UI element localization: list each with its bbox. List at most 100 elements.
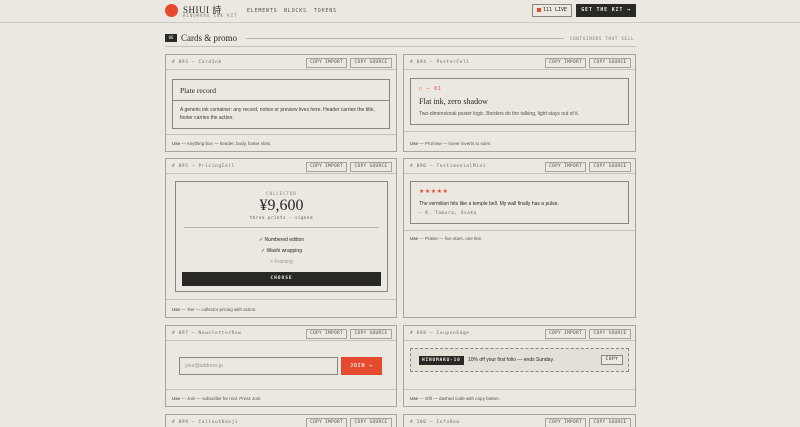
card-use-note: Use — Promise — hover inverts to sumi. — [410, 141, 491, 146]
use-text: — Gift — dashed code with copy button. — [419, 396, 500, 401]
card-pricing: # 095 — PricingCell COPY IMPORT COPY SOU… — [165, 158, 397, 318]
plate-body: A generic ink container: any record, not… — [180, 107, 375, 121]
tier-feature: ✓ Numbered edition — [258, 237, 305, 243]
card-newsletter: # 097 — NewsletterRow COPY IMPORT COPY S… — [165, 325, 397, 407]
card-testimonial: # 096 — TestimonialMini COPY IMPORT COPY… — [403, 158, 636, 318]
use-label: Use — [172, 307, 181, 312]
copy-import-button[interactable]: COPY IMPORT — [545, 58, 586, 68]
plate-record: Plate record A generic ink container: an… — [172, 79, 390, 129]
card-id: # 096 — TestimonialMini — [410, 164, 487, 169]
copy-import-button[interactable]: COPY IMPORT — [306, 58, 347, 68]
section-rule — [246, 38, 564, 39]
copy-source-button[interactable]: COPY SOURCE — [350, 418, 392, 427]
card-header: # 098 — CouponEdge COPY IMPORT COPY SOUR… — [404, 326, 635, 341]
copy-import-button[interactable]: COPY IMPORT — [545, 418, 586, 427]
section-divider — [165, 46, 636, 47]
card-id: # 097 — NewsletterRow — [172, 331, 242, 336]
email-input[interactable]: your@address.jp — [179, 357, 338, 375]
card-ink: # 093 — CardInk COPY IMPORT COPY SOURCE … — [165, 54, 397, 152]
card-header: # 099 — CalloutKanji COPY IMPORT COPY SO… — [166, 415, 396, 427]
use-text: — Join — subscribe for real. Press Join. — [181, 396, 262, 401]
card-id: # 098 — CouponEdge — [410, 331, 470, 336]
use-text: — Praise — five stars, one line. — [419, 236, 483, 241]
live-label: 111 LIVE — [542, 7, 568, 13]
card-header: # 100 — InfoRow COPY IMPORT COPY SOURCE — [404, 415, 635, 427]
card-footer-divider — [166, 389, 396, 390]
use-label: Use — [410, 141, 419, 146]
coupon-code: HINOMARU-10 — [419, 356, 464, 365]
card-id: # 094 — PosterCell — [410, 60, 470, 65]
coupon-text: 10% off your first folio — ends Sunday. — [468, 357, 554, 363]
testimonial-mini: ★★★★★ The vermilion hits like a temple b… — [410, 181, 629, 224]
nav-tokens[interactable]: TOKENS — [314, 8, 337, 14]
nav-blocks[interactable]: BLOCKS — [284, 8, 307, 14]
card-header: # 096 — TestimonialMini COPY IMPORT COPY… — [404, 159, 635, 174]
tier-feature-excluded: × Framing — [270, 259, 293, 265]
card-poster: # 094 — PosterCell COPY IMPORT COPY SOUR… — [403, 54, 636, 152]
use-text: — Promise — hover inverts to sumi. — [419, 141, 492, 146]
copy-source-button[interactable]: COPY SOURCE — [350, 162, 392, 172]
copy-source-button[interactable]: COPY SOURCE — [589, 329, 631, 339]
card-id: # 093 — CardInk — [172, 60, 222, 65]
plate-divider — [173, 100, 389, 101]
copy-source-button[interactable]: COPY SOURCE — [589, 162, 631, 172]
tier-divider — [184, 227, 379, 228]
use-label: Use — [410, 236, 419, 241]
copy-import-button[interactable]: COPY IMPORT — [545, 162, 586, 172]
card-coupon: # 098 — CouponEdge COPY IMPORT COPY SOUR… — [403, 325, 636, 407]
card-info-row: # 100 — InfoRow COPY IMPORT COPY SOURCE — [403, 414, 636, 427]
testimonial-cite: — K. Tamura, Osaka — [419, 211, 477, 216]
copy-import-button[interactable]: COPY IMPORT — [306, 162, 347, 172]
poster-subtitle: Two-dimensional poster logic. Borders do… — [419, 111, 580, 117]
live-dot-icon — [536, 7, 541, 12]
copy-import-button[interactable]: COPY IMPORT — [545, 329, 586, 339]
tier-label: COLLECTOR — [266, 191, 297, 196]
card-footer-divider — [166, 299, 396, 300]
coupon-edge: HINOMARU-10 10% off your first folio — e… — [410, 348, 629, 372]
section-number: 06 — [165, 34, 177, 42]
testimonial-quote: The vermilion hits like a temple bell. M… — [419, 201, 559, 207]
use-text: — Tier — collector pricing with action. — [181, 307, 257, 312]
choose-button[interactable]: CHOOSE — [182, 272, 381, 286]
card-header: # 094 — PosterCell COPY IMPORT COPY SOUR… — [404, 55, 635, 70]
poster-cell[interactable]: ○ — 01 Flat ink, zero shadow Two-dimensi… — [410, 78, 629, 125]
card-header: # 095 — PricingCell COPY IMPORT COPY SOU… — [166, 159, 396, 174]
copy-source-button[interactable]: COPY SOURCE — [350, 58, 392, 68]
logo-sun-icon[interactable] — [165, 4, 178, 17]
card-header: # 097 — NewsletterRow COPY IMPORT COPY S… — [166, 326, 396, 341]
poster-kicker: ○ — 01 — [419, 86, 442, 92]
copy-code-button[interactable]: COPY — [601, 355, 623, 365]
card-id: # 095 — PricingCell — [172, 164, 235, 169]
copy-source-button[interactable]: COPY SOURCE — [589, 58, 631, 68]
card-id: # 100 — InfoRow — [410, 420, 460, 425]
pricing-tier: COLLECTOR ¥9,600 three prints · signed ✓… — [175, 181, 388, 292]
top-bar: SHIUI 詩 HINOMARU INK KIT ELEMENTS BLOCKS… — [0, 0, 800, 23]
use-label: Use — [172, 141, 181, 146]
rating-stars-icon: ★★★★★ — [419, 189, 449, 195]
nav-elements[interactable]: ELEMENTS — [247, 8, 277, 14]
tier-price: ¥9,600 — [259, 197, 304, 214]
card-footer-divider — [404, 389, 635, 390]
tier-feature: ✓ Washi wrapping — [261, 248, 302, 254]
section-tag: CONTAINERS THAT SELL — [570, 36, 635, 41]
card-callout-kanji: # 099 — CalloutKanji COPY IMPORT COPY SO… — [165, 414, 397, 427]
card-id: # 099 — CalloutKanji — [172, 420, 239, 425]
section-title: Cards & promo — [181, 33, 237, 43]
copy-source-button[interactable]: COPY SOURCE — [589, 418, 631, 427]
card-use-note: Use — Join — subscribe for real. Press J… — [172, 396, 262, 401]
card-use-note: Use — Anything box — header, body, foote… — [172, 141, 271, 146]
get-kit-button[interactable]: GET THE KIT → — [576, 4, 636, 17]
copy-import-button[interactable]: COPY IMPORT — [306, 329, 347, 339]
copy-source-button[interactable]: COPY SOURCE — [350, 329, 392, 339]
card-footer-divider — [166, 134, 396, 135]
card-use-note: Use — Gift — dashed code with copy butto… — [410, 396, 500, 401]
copy-import-button[interactable]: COPY IMPORT — [306, 418, 347, 427]
card-use-note: Use — Tier — collector pricing with acti… — [172, 307, 257, 312]
live-badge[interactable]: 111 LIVE — [532, 4, 572, 17]
card-footer-divider — [404, 131, 635, 132]
tier-note: three prints · signed — [249, 215, 314, 220]
card-use-note: Use — Praise — five stars, one line. — [410, 236, 482, 241]
use-label: Use — [172, 396, 181, 401]
card-header: # 093 — CardInk COPY IMPORT COPY SOURCE — [166, 55, 396, 70]
join-button[interactable]: JOIN → — [341, 357, 382, 375]
